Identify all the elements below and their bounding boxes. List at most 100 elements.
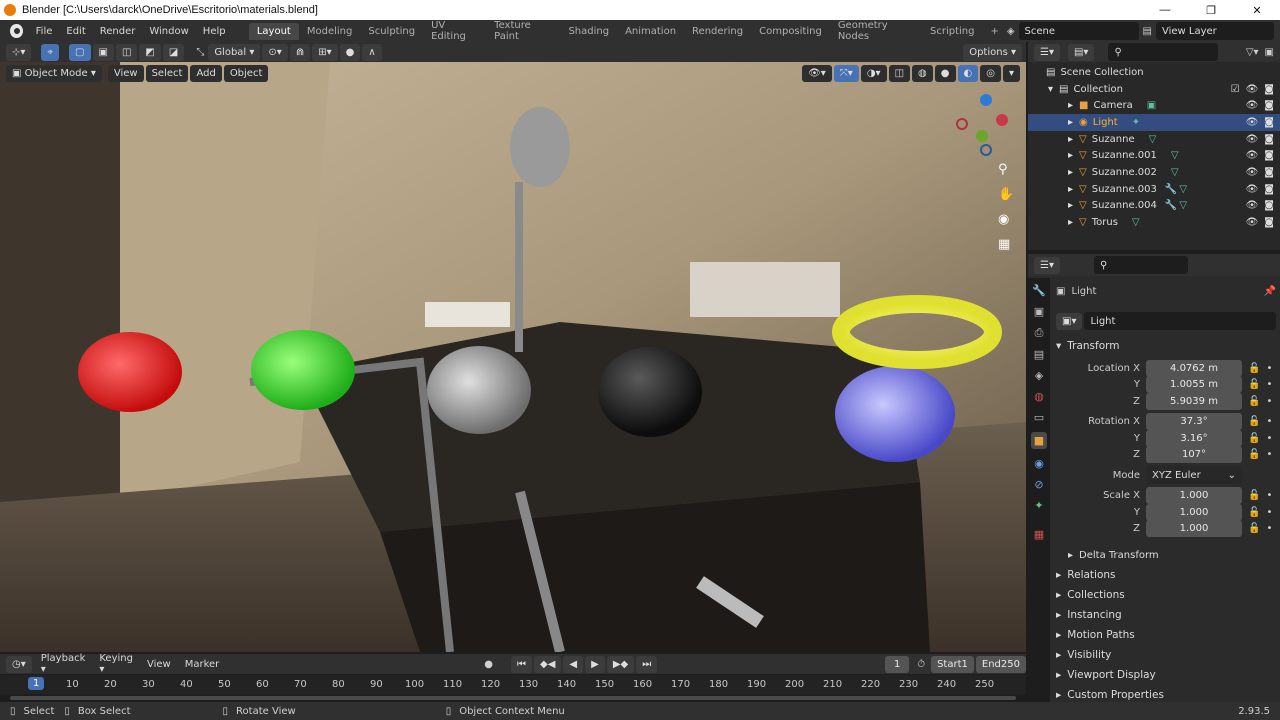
outliner-item-suzanne-004[interactable]: ▸ ▽ Suzanne.004 🔧 ▽ 👁 ◙	[1028, 198, 1280, 215]
material-preview-icon[interactable]: ◐	[957, 64, 979, 82]
xray-icon[interactable]: ◫	[888, 64, 911, 82]
filter-icon[interactable]: ▽▾	[1246, 47, 1259, 58]
transform-orientation-icon[interactable]: ⤡	[196, 47, 204, 58]
zoom-icon[interactable]: ⚲	[998, 162, 1008, 177]
transform-panel-header[interactable]: ▾ Transform	[1056, 336, 1276, 356]
z-axis-icon[interactable]	[980, 94, 992, 106]
expand-arrow-icon[interactable]: ▸	[1068, 217, 1073, 228]
expand-arrow-icon[interactable]: ▸	[1056, 649, 1061, 661]
mesh-data-icon[interactable]: ▽	[1179, 200, 1187, 211]
start-frame-field[interactable]: Start 1	[931, 655, 974, 673]
select-mode-invert-icon[interactable]: ◩	[139, 43, 161, 61]
expand-arrow-icon[interactable]: ▸	[1056, 629, 1061, 641]
add-menu[interactable]: Add	[190, 64, 222, 82]
keyframe-dot-icon[interactable]: •	[1266, 416, 1272, 427]
visibility-icon[interactable]: 👁▾	[802, 64, 832, 82]
physics-tab-icon[interactable]: ◉	[1034, 457, 1044, 470]
expand-arrow-icon[interactable]: ▸	[1068, 117, 1073, 128]
outliner-item-suzanne-001[interactable]: ▸ ▽ Suzanne.001 ▽ 👁 ◙	[1028, 147, 1280, 164]
falloff-icon[interactable]: ∧	[362, 43, 382, 61]
maximize-button[interactable]: ❐	[1188, 4, 1234, 17]
select-menu[interactable]: Select	[145, 64, 189, 82]
lock-icon[interactable]: 🔓	[1248, 490, 1260, 501]
camera-render-icon[interactable]: ◙	[1264, 184, 1274, 195]
tab-shading[interactable]: Shading	[560, 23, 617, 40]
expand-arrow-icon[interactable]: ▸	[1056, 589, 1061, 601]
select-mode-new-icon[interactable]: ▢	[69, 43, 91, 61]
eye-icon[interactable]: 👁	[1246, 84, 1259, 95]
data-tab-icon[interactable]: ✦	[1034, 499, 1043, 512]
snap-target-icon[interactable]: ⊞▾	[312, 43, 338, 61]
frame-cursor[interactable]: 1	[28, 677, 45, 690]
object-mode-dropdown[interactable]: ▣ Object Mode ▾	[6, 64, 102, 82]
play-reverse-icon[interactable]: ◀	[563, 655, 584, 673]
camera-view-icon[interactable]: ◉	[998, 212, 1009, 227]
viewport-display-panel[interactable]: ▸ Viewport Display	[1056, 665, 1276, 685]
end-frame-field[interactable]: End 250	[975, 655, 1026, 673]
camera-render-icon[interactable]: ◙	[1264, 200, 1274, 211]
mesh-data-icon[interactable]: ▽	[1171, 150, 1179, 161]
collection-row[interactable]: ▾ ▤ Collection ☑ 👁 ◙	[1028, 81, 1280, 98]
scene-tab-icon[interactable]: ◈	[1035, 369, 1043, 382]
rendered-shading-icon[interactable]: ◎	[980, 64, 1001, 82]
expand-arrow-icon[interactable]: ▸	[1068, 100, 1073, 111]
wrench-modifier-icon[interactable]: 🔧	[1165, 200, 1177, 211]
scene-icon[interactable]: ◈	[1007, 26, 1015, 37]
expand-arrow-icon[interactable]: ▸	[1068, 134, 1073, 145]
mesh-data-icon[interactable]: ▽	[1179, 184, 1187, 195]
solid-shading-icon[interactable]: ●	[934, 64, 956, 82]
camera-render-icon[interactable]: ◙	[1264, 217, 1274, 228]
expand-arrow-icon[interactable]: ▸	[1068, 200, 1073, 211]
playback-menu[interactable]: Playback ▾	[34, 653, 93, 675]
tab-uv-editing[interactable]: UV Editing	[423, 17, 486, 45]
select-mode-subtract-icon[interactable]: ◫	[115, 43, 138, 61]
rotation-x-field[interactable]: 37.3°	[1146, 413, 1242, 431]
outliner-item-suzanne-003[interactable]: ▸ ▽ Suzanne.003 🔧 ▽ 👁 ◙	[1028, 181, 1280, 198]
camera-render-icon[interactable]: ◙	[1264, 117, 1274, 128]
collections-panel[interactable]: ▸ Collections	[1056, 585, 1276, 605]
select-tool-icon[interactable]: ⌖	[41, 43, 60, 61]
lock-icon[interactable]: 🔓	[1248, 379, 1260, 390]
keyframe-dot-icon[interactable]: •	[1266, 507, 1272, 518]
visibility-panel[interactable]: ▸ Visibility	[1056, 645, 1276, 665]
collapse-arrow-icon[interactable]: ▾	[1056, 340, 1061, 352]
gizmo-icon[interactable]: ⤧▾	[833, 64, 859, 82]
expand-arrow-icon[interactable]: ▸	[1056, 669, 1061, 681]
motion-paths-panel[interactable]: ▸ Motion Paths	[1056, 625, 1276, 645]
lock-icon[interactable]: 🔓	[1248, 433, 1260, 444]
tab-layout[interactable]: Layout	[248, 22, 299, 40]
jump-keyframe-forward-icon[interactable]: ▶◆	[606, 655, 635, 673]
camera-render-icon[interactable]: ◙	[1264, 100, 1274, 111]
select-mode-intersect-icon[interactable]: ◪	[162, 43, 185, 61]
expand-arrow-icon[interactable]: ▸	[1068, 550, 1073, 561]
mesh-data-icon[interactable]: ▽	[1171, 167, 1179, 178]
location-x-field[interactable]: 4.0762 m	[1146, 359, 1242, 377]
menu-help[interactable]: Help	[196, 26, 233, 37]
outliner-search-input[interactable]: ⚲	[1108, 43, 1219, 61]
proportional-edit-icon[interactable]: ●	[339, 43, 361, 61]
marker-menu[interactable]: Marker	[178, 659, 227, 670]
rotation-y-field[interactable]: 3.16°	[1146, 429, 1242, 447]
expand-arrow-icon[interactable]: ▸	[1068, 150, 1073, 161]
relations-panel[interactable]: ▸ Relations	[1056, 565, 1276, 585]
keyframe-dot-icon[interactable]: •	[1266, 396, 1272, 407]
properties-editor-icon[interactable]: ☰▾	[1034, 256, 1060, 274]
timeline-ruler[interactable]: 1 10 20 30 40 50 60 70 80 90 100 110 120…	[0, 675, 1026, 694]
current-frame-field[interactable]: 1	[885, 655, 910, 673]
shading-options-icon[interactable]: ▾	[1002, 64, 1020, 82]
delta-transform-panel[interactable]: ▸ Delta Transform	[1056, 545, 1276, 565]
keyframe-dot-icon[interactable]: •	[1266, 363, 1272, 374]
render-tab-icon[interactable]: ▣	[1034, 305, 1044, 318]
jump-start-icon[interactable]: ⏮	[511, 655, 533, 673]
eye-icon[interactable]: 👁	[1246, 134, 1259, 145]
y-axis-icon[interactable]	[976, 130, 988, 142]
play-icon[interactable]: ▶	[585, 655, 605, 673]
outliner-item-torus[interactable]: ▸ ▽ Torus ▽ 👁 ◙	[1028, 214, 1280, 231]
rotation-mode-dropdown[interactable]: XYZ Euler ⌄	[1146, 466, 1242, 485]
overlay-icon[interactable]: ◑▾	[860, 64, 887, 82]
keyframe-dot-icon[interactable]: •	[1266, 490, 1272, 501]
timeline-editor-icon[interactable]: ◷▾	[6, 655, 32, 673]
scene-selector[interactable]: Scene	[1018, 22, 1139, 40]
menu-render[interactable]: Render	[93, 26, 143, 37]
collapse-arrow-icon[interactable]: ▾	[1048, 84, 1053, 95]
